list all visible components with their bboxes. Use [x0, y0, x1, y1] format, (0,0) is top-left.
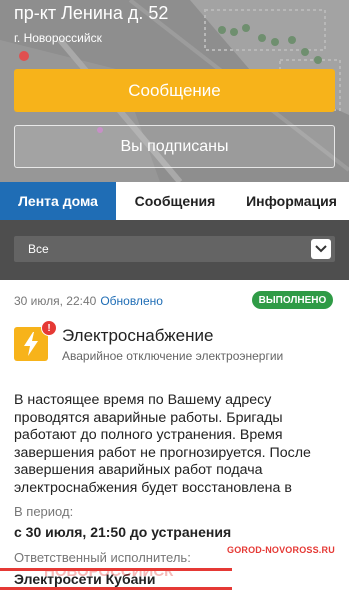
period-label: В период:: [14, 504, 74, 519]
alert-icon: !: [41, 320, 57, 336]
subscribed-button[interactable]: Вы подписаны: [14, 125, 335, 168]
status-badge: ВЫПОЛНЕНО: [252, 291, 333, 309]
post-updated: Обновлено: [100, 294, 163, 308]
message-button[interactable]: Сообщение: [14, 69, 335, 112]
filter-selected-value: Все: [28, 242, 49, 256]
chevron-down-icon[interactable]: [311, 239, 331, 259]
tab-messages[interactable]: Сообщения: [116, 182, 234, 220]
address-title: пр-кт Ленина д. 52: [14, 3, 169, 23]
post-description: В настоящее время по Вашему адресу прово…: [14, 392, 311, 496]
tab-bar: Лента дома Сообщения Информация: [0, 182, 349, 220]
site-watermark: GOROD-NOVOROSS.RU: [227, 545, 335, 555]
filter-select[interactable]: Все: [14, 236, 335, 262]
watermark-ribbon-text: НОВОРОССИЙСК: [44, 568, 174, 580]
period-value: с 30 июля, 21:50 до устранения: [14, 524, 232, 540]
post-meta: 30 июля, 22:40 Обновлено: [14, 294, 163, 308]
tab-house-feed[interactable]: Лента дома: [0, 182, 116, 220]
city-label: г. Новороссийск: [14, 31, 102, 45]
category-title: Электроснабжение: [62, 326, 214, 345]
building-header: пр-кт Ленина д. 52 г. Новороссийск Сообщ…: [0, 0, 349, 182]
post-date: 30 июля, 22:40: [14, 294, 97, 308]
post-card[interactable]: 30 июля, 22:40 Обновлено ВЫПОЛНЕНО ! Элек…: [0, 280, 349, 600]
category-subtitle: Аварийное отключение электроэнергии: [62, 349, 284, 363]
executor-label: Ответственный исполнитель:: [14, 550, 191, 565]
filter-bar: Все: [0, 220, 349, 280]
tab-information[interactable]: Информация: [234, 182, 349, 220]
watermark-ribbon: НОВОРОССИЙСК: [0, 568, 232, 590]
